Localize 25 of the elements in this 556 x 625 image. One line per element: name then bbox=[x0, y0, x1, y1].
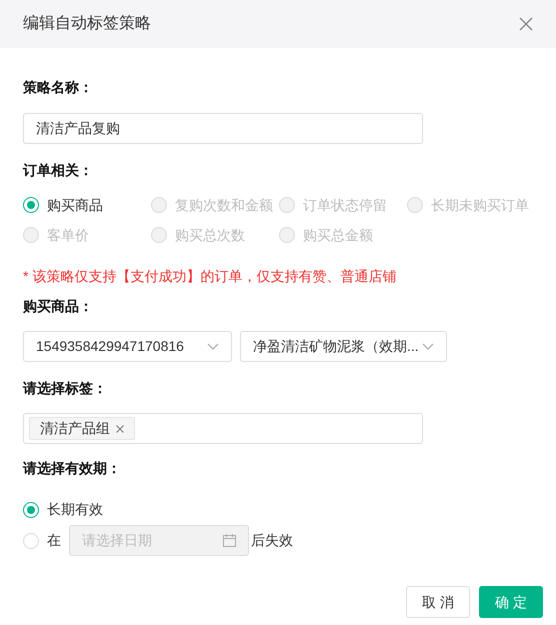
field-label: 订单相关： bbox=[23, 161, 94, 180]
suffix-text: 后失效 bbox=[251, 531, 293, 550]
dialog-title: 编辑自动标签策略 bbox=[23, 14, 151, 34]
name-input[interactable]: 清洁产品复购 bbox=[23, 113, 423, 144]
chevron-down-icon bbox=[422, 342, 434, 350]
close-icon[interactable] bbox=[116, 424, 124, 432]
radio-label[interactable]: 长期有效 bbox=[47, 499, 103, 520]
radio-button[interactable] bbox=[23, 197, 39, 213]
close-icon[interactable] bbox=[519, 17, 533, 31]
field-label: 策略名称： bbox=[23, 78, 94, 97]
cancel-button[interactable]: 取 消 bbox=[406, 586, 470, 618]
product-select[interactable]: 净盈清洁矿物泥浆（效期... bbox=[240, 331, 447, 362]
select-value: 净盈清洁矿物泥浆（效期... bbox=[253, 337, 419, 356]
calendar-icon bbox=[223, 534, 236, 547]
select-value: 1549358429947170816 bbox=[36, 337, 184, 356]
field-label: 请选择有效期： bbox=[23, 459, 122, 478]
radio-button[interactable] bbox=[23, 502, 39, 518]
chevron-down-icon bbox=[207, 342, 219, 350]
tag-text: 清洁产品组 bbox=[40, 419, 110, 438]
radio-label[interactable]: 购买商品 bbox=[47, 194, 103, 216]
product-select[interactable]: 1549358429947170816 bbox=[23, 331, 232, 362]
tag-select[interactable]: 清洁产品组 bbox=[23, 413, 423, 444]
warning-text: * 该策略仅支持【支付成功】的订单，仅支持有赞、普通店铺 bbox=[23, 267, 398, 286]
field-label: 购买商品： bbox=[23, 297, 94, 316]
field-label: 请选择标签： bbox=[23, 379, 108, 398]
